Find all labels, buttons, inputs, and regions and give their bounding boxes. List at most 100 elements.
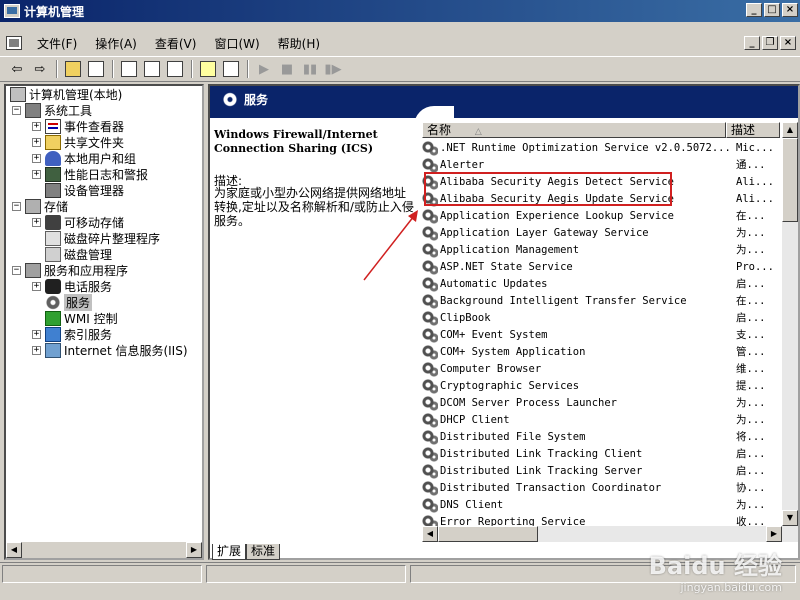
menu-window[interactable]: 窗口(W) <box>205 35 268 52</box>
tree-root[interactable]: 计算机管理(本地) <box>10 86 122 102</box>
column-header-description[interactable]: 描述 <box>726 122 780 138</box>
scroll-down-arrow[interactable]: ▼ <box>782 510 798 526</box>
show-hide-action-pane-button[interactable] <box>220 59 242 79</box>
table-row[interactable]: Distributed Transaction Coordinator 协... <box>422 479 780 496</box>
console-tree[interactable]: 计算机管理(本地) − 系统工具 + 事件查看器 + 共享文件夹 + 本地用户和… <box>4 84 204 560</box>
table-row[interactable]: Application Experience Lookup Service 在..… <box>422 207 780 224</box>
red-arrow-annotation <box>363 210 418 281</box>
table-row[interactable]: DHCP Client 为... <box>422 411 780 428</box>
expand-icon[interactable]: + <box>32 169 41 179</box>
collapse-icon[interactable]: − <box>12 105 21 115</box>
tree-item-perf-logs[interactable]: + 性能日志和警报 <box>32 166 148 182</box>
start-service-button[interactable]: ▶ <box>253 59 275 79</box>
tree-item-services-apps[interactable]: − 服务和应用程序 <box>12 262 128 278</box>
service-gear-icon <box>422 292 438 309</box>
close-button[interactable]: × <box>782 3 798 17</box>
tree-item-indexing[interactable]: + 索引服务 <box>32 326 112 342</box>
mmc-icon[interactable] <box>6 36 22 50</box>
list-vertical-scrollbar[interactable]: ▲ ▼ <box>782 122 798 526</box>
table-row[interactable]: Background Intelligent Transfer Service 在… <box>422 292 780 309</box>
tree-label: 系统工具 <box>44 103 93 118</box>
tree-item-disk-management[interactable]: 磁盘管理 <box>45 246 112 262</box>
expand-icon[interactable]: + <box>32 345 41 355</box>
expand-icon[interactable]: + <box>32 137 41 147</box>
restart-service-button[interactable]: ▮▶ <box>322 59 344 79</box>
tree-horizontal-scrollbar[interactable]: ◀ ▶ <box>6 542 202 558</box>
expand-icon[interactable]: + <box>32 329 41 339</box>
scroll-up-arrow[interactable]: ▲ <box>782 122 798 138</box>
list-horizontal-scrollbar[interactable]: ◀ ▶ <box>422 526 798 542</box>
tree-item-iis[interactable]: + Internet 信息服务(IIS) <box>32 342 188 358</box>
tree-item-system-tools[interactable]: − 系统工具 <box>12 102 92 118</box>
menu-file[interactable]: 文件(F) <box>28 35 86 52</box>
service-name: Application Experience Lookup Service <box>440 209 674 222</box>
table-row[interactable]: Application Management 为... <box>422 241 780 258</box>
doc-close-button[interactable]: × <box>780 36 796 50</box>
collapse-icon[interactable]: − <box>12 265 21 275</box>
scroll-left-arrow[interactable]: ◀ <box>6 542 22 558</box>
table-row[interactable]: DCOM Server Process Launcher 为... <box>422 394 780 411</box>
column-header-name[interactable]: 名称 △ <box>422 122 726 138</box>
stop-service-button[interactable]: ■ <box>276 59 298 79</box>
scroll-thumb[interactable] <box>782 138 798 222</box>
list-header: 名称 △ 描述 <box>422 122 780 138</box>
scroll-left-arrow[interactable]: ◀ <box>422 526 438 542</box>
tree-item-device-manager[interactable]: 设备管理器 <box>45 182 124 198</box>
minimize-button[interactable]: _ <box>746 3 762 17</box>
service-description: 为... <box>736 227 766 239</box>
back-button[interactable]: ⇦ <box>6 59 28 79</box>
doc-restore-button[interactable]: ❐ <box>762 36 778 50</box>
tree-item-local-users[interactable]: + 本地用户和组 <box>32 150 136 166</box>
tab-extended[interactable]: 扩展 <box>212 544 247 560</box>
show-hide-tree-button[interactable] <box>85 59 107 79</box>
table-row[interactable]: Computer Browser 维... <box>422 360 780 377</box>
table-row[interactable]: Cryptographic Services 提... <box>422 377 780 394</box>
scroll-right-arrow[interactable]: ▶ <box>186 542 202 558</box>
table-row[interactable]: Distributed Link Tracking Client 启... <box>422 445 780 462</box>
tree-item-defrag[interactable]: 磁盘碎片整理程序 <box>45 230 160 246</box>
table-row[interactable]: .NET Runtime Optimization Service v2.0.5… <box>422 139 780 156</box>
expand-icon[interactable]: + <box>32 153 41 163</box>
table-row[interactable]: Distributed File System 将... <box>422 428 780 445</box>
toolbar-separator <box>112 60 114 78</box>
doc-minimize-button[interactable]: _ <box>744 36 760 50</box>
tree-item-storage[interactable]: − 存储 <box>12 198 68 214</box>
details-pane: 服务 Windows Firewall/Internet Connection … <box>208 84 800 560</box>
table-row[interactable]: ASP.NET State Service Pro... <box>422 258 780 275</box>
tab-standard[interactable]: 标准 <box>246 544 281 560</box>
refresh-button[interactable] <box>141 59 163 79</box>
tree-item-telephony[interactable]: + 电话服务 <box>32 278 112 294</box>
menu-help[interactable]: 帮助(H) <box>269 35 329 52</box>
table-row[interactable]: Automatic Updates 启... <box>422 275 780 292</box>
table-row[interactable]: Distributed Link Tracking Server 启... <box>422 462 780 479</box>
tree-item-wmi[interactable]: WMI 控制 <box>45 310 118 326</box>
menu-action[interactable]: 操作(A) <box>86 35 146 52</box>
table-row[interactable]: COM+ Event System 支... <box>422 326 780 343</box>
export-list-button[interactable] <box>164 59 186 79</box>
tree-item-removable-storage[interactable]: + 可移动存储 <box>32 214 124 230</box>
expand-icon[interactable]: + <box>32 217 41 227</box>
table-row[interactable]: DNS Client 为... <box>422 496 780 513</box>
help-button[interactable] <box>197 59 219 79</box>
up-level-button[interactable] <box>62 59 84 79</box>
menu-view[interactable]: 查看(V) <box>146 35 206 52</box>
tree-item-shared-folders[interactable]: + 共享文件夹 <box>32 134 124 150</box>
forward-button[interactable]: ⇨ <box>29 59 51 79</box>
scroll-thumb[interactable] <box>438 526 538 542</box>
pause-service-button[interactable]: ▮▮ <box>299 59 321 79</box>
properties-button[interactable] <box>118 59 140 79</box>
tree-item-services[interactable]: 服务 <box>45 293 93 311</box>
table-row[interactable]: Alerter 通... <box>422 156 780 173</box>
window-title: 计算机管理 <box>24 4 85 19</box>
scroll-right-arrow[interactable]: ▶ <box>766 526 782 542</box>
event-viewer-icon <box>45 118 61 134</box>
service-name: DNS Client <box>440 498 504 511</box>
tree-item-event-viewer[interactable]: + 事件查看器 <box>32 118 124 134</box>
table-row[interactable]: ClipBook 启... <box>422 309 780 326</box>
collapse-icon[interactable]: − <box>12 201 21 211</box>
expand-icon[interactable]: + <box>32 281 41 291</box>
expand-icon[interactable]: + <box>32 121 41 131</box>
maximize-button[interactable]: □ <box>764 3 780 17</box>
table-row[interactable]: Application Layer Gateway Service 为... <box>422 224 780 241</box>
table-row[interactable]: COM+ System Application 管... <box>422 343 780 360</box>
